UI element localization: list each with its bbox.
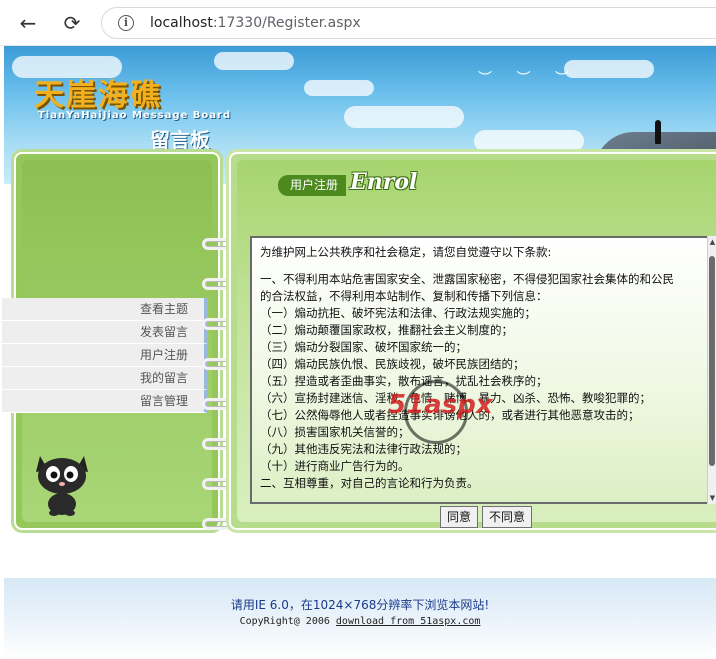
sidebar-item-my-messages[interactable]: 我的留言 (2, 367, 208, 390)
terms-line: （九）其他违反宪法和法律行政法规的； (260, 442, 467, 456)
url-host: localhost (150, 15, 213, 31)
terms-line: （八）损害国家机关信誉的； (260, 425, 410, 439)
url-text[interactable]: localhost:17330/Register.aspx (150, 15, 361, 31)
terms-line: （四）煽动民族仇恨、民族歧视，破坏民族团结的； (260, 357, 525, 371)
cat-mascot-icon (36, 456, 88, 516)
site-logo-subtitle: 留言板 (150, 128, 210, 152)
sidebar-item-view-topics[interactable]: 查看主题 (2, 298, 208, 321)
terms-line: 一、不得利用本站危害国家安全、泄露国家秘密，不得侵犯国家社会集体的和公民 (260, 272, 674, 286)
download-link[interactable]: download from 51aspx.com (336, 616, 481, 627)
reload-icon[interactable]: ⟳ (58, 9, 86, 37)
terms-line: （五）捏造或者歪曲事实，散布谣言，扰乱社会秩序的； (260, 374, 548, 388)
page-title-english: Enrol (350, 169, 418, 195)
terms-line: 的合法权益，不得利用本站制作、复制和传播下列信息： (260, 289, 548, 303)
terms-line: （十）进行商业广告行为的。 (260, 459, 410, 473)
copyright-text: CopyRight@ 2006 (239, 616, 336, 627)
sidebar-item-manage-messages[interactable]: 留言管理 (2, 390, 208, 413)
back-arrow-icon[interactable]: ← (14, 9, 42, 37)
site-logo: 天崖海礁 (34, 78, 162, 113)
scroll-up-icon[interactable]: ▲ (708, 238, 716, 246)
form-buttons: 同意 不同意 (440, 506, 533, 528)
birds-icon: ︶ ︶ ︶ (478, 71, 579, 87)
terms-line: 二、互相尊重，对自己的言论和行为负责。 (260, 476, 479, 490)
page-footer: 请用IE 6.0，在1024×768分辨率下浏览本网站! CopyRight@ … (4, 578, 716, 659)
info-icon[interactable]: i (118, 15, 134, 31)
url-path: :17330/Register.aspx (212, 15, 361, 31)
terms-line: （七）公然侮辱他人或者捏造事实诽谤他人的，或者进行其他恶意攻击的； (260, 408, 640, 422)
sidebar-menu: 查看主题 发表留言 用户注册 我的留言 留言管理 (2, 298, 208, 413)
terms-line: 为维护网上公共秩序和社会稳定，请您自觉遵守以下条款: (260, 245, 552, 259)
sidebar-item-post-message[interactable]: 发表留言 (2, 321, 208, 344)
terms-line: （二）煽动颠覆国家政权，推翻社会主义制度的； (260, 323, 513, 337)
scrollbar-thumb[interactable] (709, 256, 715, 466)
terms-line: （六）宣扬封建迷信、淫秽、色情、赌博、暴力、凶杀、恐怖、教唆犯罪的； (260, 391, 651, 405)
sidebar-panel: 查看主题 发表留言 用户注册 我的留言 留言管理 (2, 152, 220, 530)
sidebar-item-register[interactable]: 用户注册 (2, 344, 208, 367)
scroll-down-icon[interactable]: ▼ (708, 494, 716, 502)
terms-textarea[interactable]: 为维护网上公共秩序和社会稳定，请您自觉遵守以下条款: 一、不得利用本站危害国家安… (250, 236, 716, 504)
person-silhouette-icon (655, 120, 661, 144)
page-title: 用户注册 (278, 175, 347, 196)
terms-scrollbar[interactable]: ▲ ▼ (707, 236, 716, 504)
agree-button[interactable]: 同意 (440, 506, 479, 528)
address-bar[interactable]: i localhost:17330/Register.aspx (101, 7, 716, 39)
page-content: 天崖海礁 TianYaHaiJiao Message Board 留言板 lea… (0, 46, 716, 659)
browser-toolbar: ← ⟳ i localhost:17330/Register.aspx (0, 0, 716, 46)
terms-line: （三）煽动分裂国家、破坏国家统一的； (260, 340, 467, 354)
browser-recommendation: 请用IE 6.0，在1024×768分辨率下浏览本网站! (230, 598, 490, 612)
disagree-button[interactable]: 不同意 (482, 506, 533, 528)
copyright-line: CopyRight@ 2006 download from 51aspx.com (4, 616, 716, 627)
terms-line: （一）煽动抗拒、破坏宪法和法律、行政法规实施的； (260, 306, 536, 320)
site-logo-english: TianYaHaiJiao Message Board (38, 110, 232, 121)
